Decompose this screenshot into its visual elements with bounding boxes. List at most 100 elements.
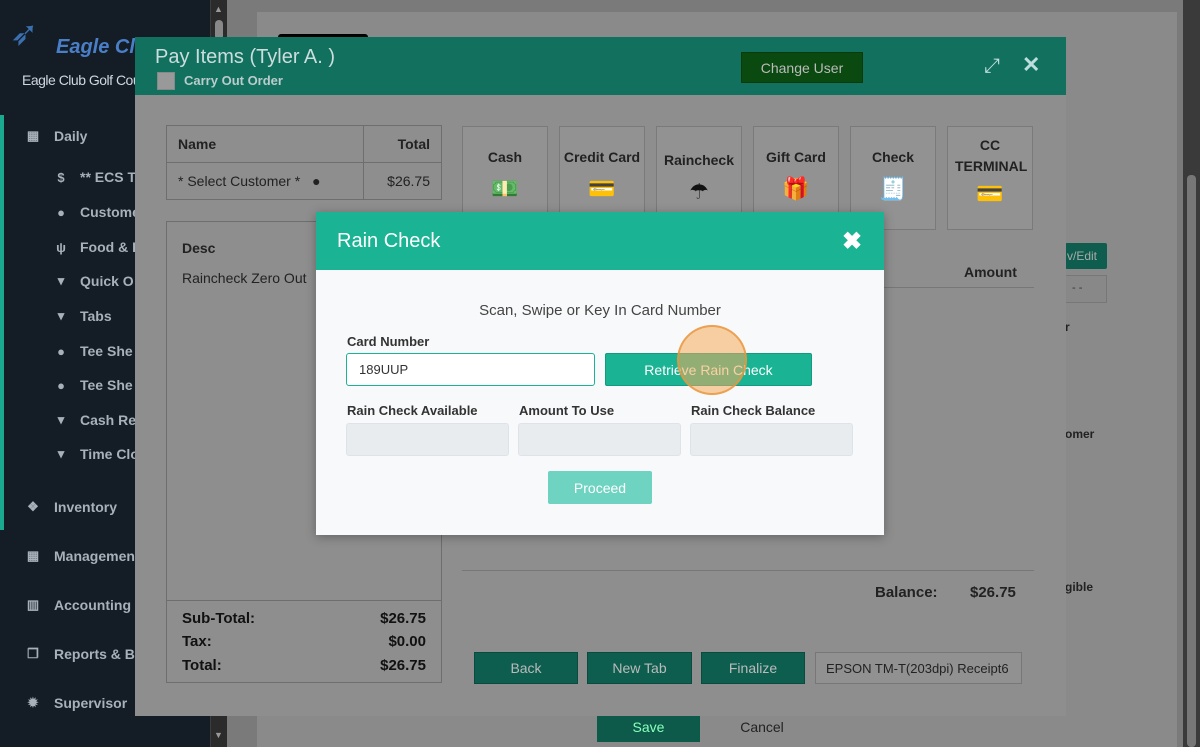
- sidebar-item-inventory[interactable]: ❖ Inventory: [24, 494, 117, 520]
- tax-label: Tax:: [182, 633, 212, 650]
- finalize-button[interactable]: Finalize: [701, 652, 805, 684]
- cash-icon: 💵: [491, 176, 519, 201]
- new-tab-button[interactable]: New Tab: [587, 652, 692, 684]
- background-text: gible: [1065, 580, 1094, 594]
- sidebar-item-label: Quick O: [80, 273, 134, 289]
- user-icon: ●: [312, 173, 321, 189]
- amount-header: Amount: [964, 264, 1017, 280]
- cubes-icon: ❖: [27, 499, 39, 514]
- tender-label: Cash: [487, 149, 523, 165]
- sidebar-item-time-clock[interactable]: ▾ Time Clo: [52, 441, 139, 467]
- divider: [462, 570, 1034, 571]
- amount-to-use-field: [518, 423, 681, 456]
- card-number-input[interactable]: [346, 353, 595, 386]
- carry-out-checkbox[interactable]: [157, 72, 175, 90]
- customer-total: $26.75: [362, 162, 443, 200]
- tender-cc-terminal[interactable]: CC TERMINAL 💳: [947, 126, 1033, 230]
- sidebar-item-label: Inventory: [54, 499, 118, 515]
- total-value: $26.75: [380, 657, 426, 674]
- cart-icon: ▾: [57, 446, 65, 461]
- pay-items-header: Pay Items (Tyler A. ) Carry Out Order Ch…: [135, 37, 1066, 95]
- page-scrollbar[interactable]: [1183, 0, 1200, 747]
- sidebar-item-customers[interactable]: ● Custome: [52, 199, 140, 225]
- column-header-name: Name: [166, 125, 364, 163]
- sidebar-item-label: Daily: [54, 128, 88, 144]
- sidebar-item-reports[interactable]: ❐ Reports & Bi: [24, 641, 139, 667]
- select-customer-cell[interactable]: * Select Customer * ●: [166, 162, 364, 200]
- column-header-total: Total: [362, 125, 443, 163]
- rain-check-header: Rain Check ✖: [316, 212, 884, 270]
- calendar-icon: ▦: [26, 128, 40, 143]
- close-icon[interactable]: ✕: [1022, 52, 1040, 78]
- scroll-up-icon[interactable]: ▲: [214, 4, 223, 14]
- user-icon: ●: [57, 204, 65, 220]
- total-label: Total:: [182, 657, 222, 674]
- background-select: - -: [1065, 275, 1107, 303]
- sidebar-item-accounting[interactable]: ▥ Accounting: [24, 592, 131, 618]
- umbrella-icon: ☂: [689, 179, 709, 204]
- expand-icon[interactable]: ⤢: [984, 55, 1000, 78]
- change-user-button[interactable]: Change User: [741, 52, 863, 83]
- copy-icon: ❐: [27, 646, 39, 661]
- retrieve-rain-check-button[interactable]: Retrieve Rain Check: [605, 353, 812, 386]
- tender-label: Gift Card: [766, 149, 826, 165]
- sidebar-item-label: Food & B: [80, 239, 143, 255]
- tender-label: Credit Card: [563, 149, 641, 165]
- sidebar-item-label: Tabs: [80, 308, 112, 324]
- sidebar-item-label: Tee She: [80, 343, 133, 359]
- card-terminal-icon: 💳: [976, 181, 1004, 206]
- sidebar-item-supervisor[interactable]: ✹ Supervisor: [24, 690, 128, 716]
- tender-label: Raincheck: [663, 152, 735, 168]
- eagle-logo-icon: ➶: [10, 15, 39, 53]
- instruction-text: Scan, Swipe or Key In Card Number: [479, 302, 721, 319]
- carry-out-label: Carry Out Order: [184, 73, 283, 88]
- close-icon[interactable]: ✖: [842, 227, 862, 256]
- sidebar-item-cash-register[interactable]: ▾ Cash Re: [52, 407, 136, 433]
- scrollbar-thumb[interactable]: [1187, 175, 1196, 747]
- tax-value: $0.00: [388, 633, 426, 650]
- active-section-indicator: [0, 115, 4, 530]
- sidebar-item-food[interactable]: ψ Food & B: [52, 234, 142, 260]
- sidebar-item-quick-order[interactable]: ▾ Quick O: [52, 268, 134, 294]
- balance-value: $26.75: [970, 584, 1016, 601]
- rain-check-balance-label: Rain Check Balance: [691, 403, 816, 418]
- balance-label: Balance:: [875, 584, 938, 601]
- back-button[interactable]: Back: [474, 652, 578, 684]
- proceed-button[interactable]: Proceed: [548, 471, 652, 504]
- cart-icon: ▾: [57, 412, 65, 427]
- rain-check-balance-field: [690, 423, 853, 456]
- printer-select[interactable]: EPSON TM-T(203dpi) Receipt6: [815, 652, 1022, 684]
- sidebar-item-label: ** ECS T: [80, 169, 137, 185]
- sidebar-item-label: Tee She: [80, 377, 133, 393]
- bar-chart-icon: ▥: [26, 597, 40, 612]
- sidebar-item-management[interactable]: ▦ Managemen: [24, 543, 135, 569]
- subtotal-row: Sub-Total: $26.75: [182, 610, 426, 627]
- rain-check-title: Rain Check: [337, 230, 441, 252]
- amount-to-use-label: Amount To Use: [519, 403, 615, 418]
- desc-header: Desc: [182, 240, 216, 256]
- background-text: omer: [1065, 427, 1095, 441]
- rain-check-available-label: Rain Check Available: [347, 403, 478, 418]
- sidebar-item-tee-sheet-2[interactable]: ● Tee She: [52, 372, 133, 398]
- tender-label: CC TERMINAL: [955, 137, 1028, 174]
- subtotal-value: $26.75: [380, 610, 426, 627]
- tender-label: Check: [871, 149, 915, 165]
- scroll-down-icon[interactable]: ▼: [214, 730, 223, 740]
- total-row: Total: $26.75: [182, 657, 426, 674]
- select-customer-link[interactable]: * Select Customer *: [178, 173, 300, 189]
- table-row: * Select Customer * ● $26.75: [166, 162, 443, 200]
- cart-icon: ▾: [57, 273, 65, 288]
- dollar-icon: $: [57, 169, 65, 185]
- pay-items-title: Pay Items (Tyler A. ): [155, 46, 336, 68]
- card-number-label: Card Number: [347, 334, 430, 349]
- sidebar-item-tabs[interactable]: ▾ Tabs: [52, 303, 112, 329]
- sidebar-item-tee-sheet[interactable]: ● Tee She: [52, 338, 133, 364]
- sidebar-item-label: Accounting: [54, 597, 131, 613]
- sidebar-item-label: Reports & Bi: [54, 646, 139, 662]
- sidebar-item-daily[interactable]: ▦ Daily: [24, 123, 88, 149]
- list-item: Raincheck Zero Out: [182, 270, 307, 286]
- cart-icon: ▾: [57, 308, 65, 323]
- sidebar-item-label: Time Clo: [80, 446, 139, 462]
- sidebar-item-ecs[interactable]: $ ** ECS T: [52, 164, 136, 190]
- background-cancel-button: Cancel: [740, 719, 784, 735]
